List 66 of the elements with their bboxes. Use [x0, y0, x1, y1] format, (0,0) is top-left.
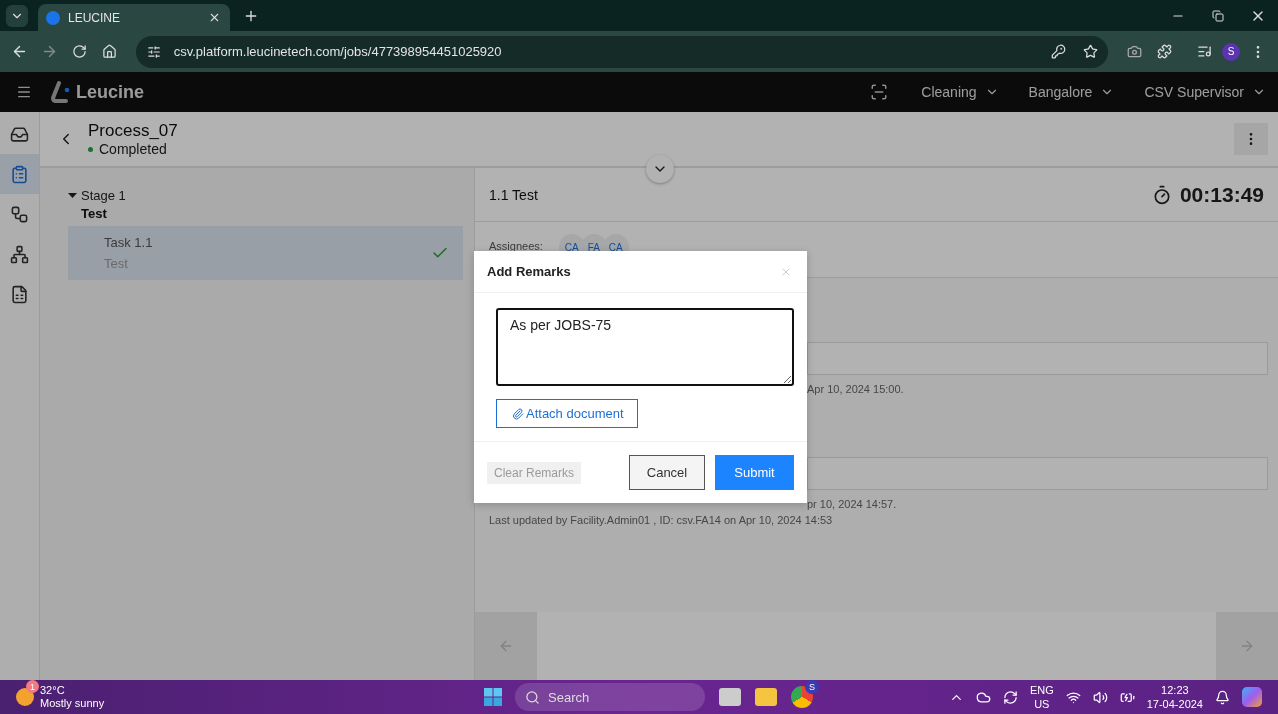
logo-icon [50, 81, 72, 103]
volume-icon[interactable] [1092, 689, 1108, 705]
windows-start-icon[interactable] [483, 687, 503, 707]
restore-icon[interactable] [1212, 9, 1224, 22]
task-item[interactable]: Task 1.1 Test [68, 226, 463, 280]
stage-label: Stage 1 [81, 188, 126, 203]
stage-name: Test [81, 206, 108, 221]
hierarchy-icon [10, 244, 29, 264]
scan-icon[interactable] [870, 83, 889, 101]
collapse-button[interactable] [646, 155, 674, 183]
status-dot [88, 146, 93, 152]
job-status: Completed [99, 141, 167, 157]
profile-avatar[interactable]: S [1222, 42, 1241, 61]
key-icon[interactable] [1050, 44, 1066, 59]
camera-icon[interactable] [1126, 44, 1142, 59]
notification-badge: 1 [26, 680, 39, 693]
site-settings-icon[interactable] [146, 44, 161, 59]
attach-document-button[interactable]: Attach document [496, 399, 638, 428]
remarks-field[interactable]: As per JOBS-75 [496, 308, 794, 386]
tab-list-button[interactable] [6, 4, 28, 27]
paperclip-icon [512, 407, 524, 420]
sync-icon[interactable] [1002, 689, 1018, 705]
clock-date[interactable]: 17-04-2024 [1146, 697, 1203, 711]
site-favicon-icon [46, 10, 60, 25]
extensions-icon[interactable] [1156, 44, 1172, 59]
clock-time[interactable]: 12:23 [1161, 683, 1189, 697]
search-icon [525, 689, 540, 705]
caret-icon[interactable] [68, 191, 77, 200]
profile-badge: S [805, 680, 819, 694]
temperature-text: 32°C [40, 684, 66, 697]
assignees-label: Assignees: [489, 240, 543, 252]
context-dropdown[interactable]: CSV Supervisor [1144, 84, 1266, 100]
job-title: Process_07 [88, 121, 178, 141]
app-logo-text: Leucine [76, 81, 145, 103]
home-icon[interactable] [102, 44, 118, 59]
context-dropdown[interactable]: Cleaning [921, 84, 999, 100]
cloud-icon[interactable] [975, 689, 991, 705]
timer-text: 00:13:49 [1179, 182, 1264, 207]
cancel-button[interactable]: Cancel [629, 455, 705, 490]
weather-icon[interactable] [16, 688, 34, 706]
address-bar[interactable]: csv.platform.leucinetech.com/jobs/477398954451025920 [135, 35, 1109, 68]
field-note: Apr 10, 2024 15:00. [807, 383, 905, 395]
menu-icon[interactable] [16, 84, 32, 100]
submit-button[interactable]: Submit [715, 455, 794, 490]
reload-icon[interactable] [72, 44, 88, 59]
browser-tab[interactable]: LEUCINE [38, 4, 230, 31]
browser-icon[interactable] [791, 686, 813, 708]
url-text: csv.platform.leucinetech.com/jobs/477398954451025920 [173, 44, 503, 59]
language-text[interactable]: ENG [1029, 683, 1054, 697]
input-field[interactable] [807, 457, 1268, 490]
tab-title: LEUCINE [68, 10, 121, 25]
star-icon[interactable] [1082, 44, 1098, 59]
dialog-title: Add Remarks [487, 264, 572, 279]
nav-item[interactable] [0, 154, 39, 194]
region-text[interactable]: US [1034, 697, 1050, 711]
context-dropdown[interactable]: Bangalore [1028, 84, 1115, 100]
wifi-icon[interactable] [1065, 689, 1081, 705]
task-title: 1.1 Test [489, 186, 539, 203]
media-icon[interactable] [1196, 44, 1212, 59]
weather-text: Mostly sunny [40, 697, 105, 710]
input-field[interactable] [807, 342, 1268, 375]
field-note: pr 10, 2024 14:57. [807, 498, 898, 510]
last-updated-text: Last updated by Facility.Admin01 , ID: csv.FA14 on Apr 10, 2024 14:53 [489, 514, 834, 526]
inbox-icon [10, 124, 29, 144]
notifications-icon[interactable] [1215, 689, 1230, 705]
taskbar-search-field[interactable]: Search [515, 683, 705, 711]
